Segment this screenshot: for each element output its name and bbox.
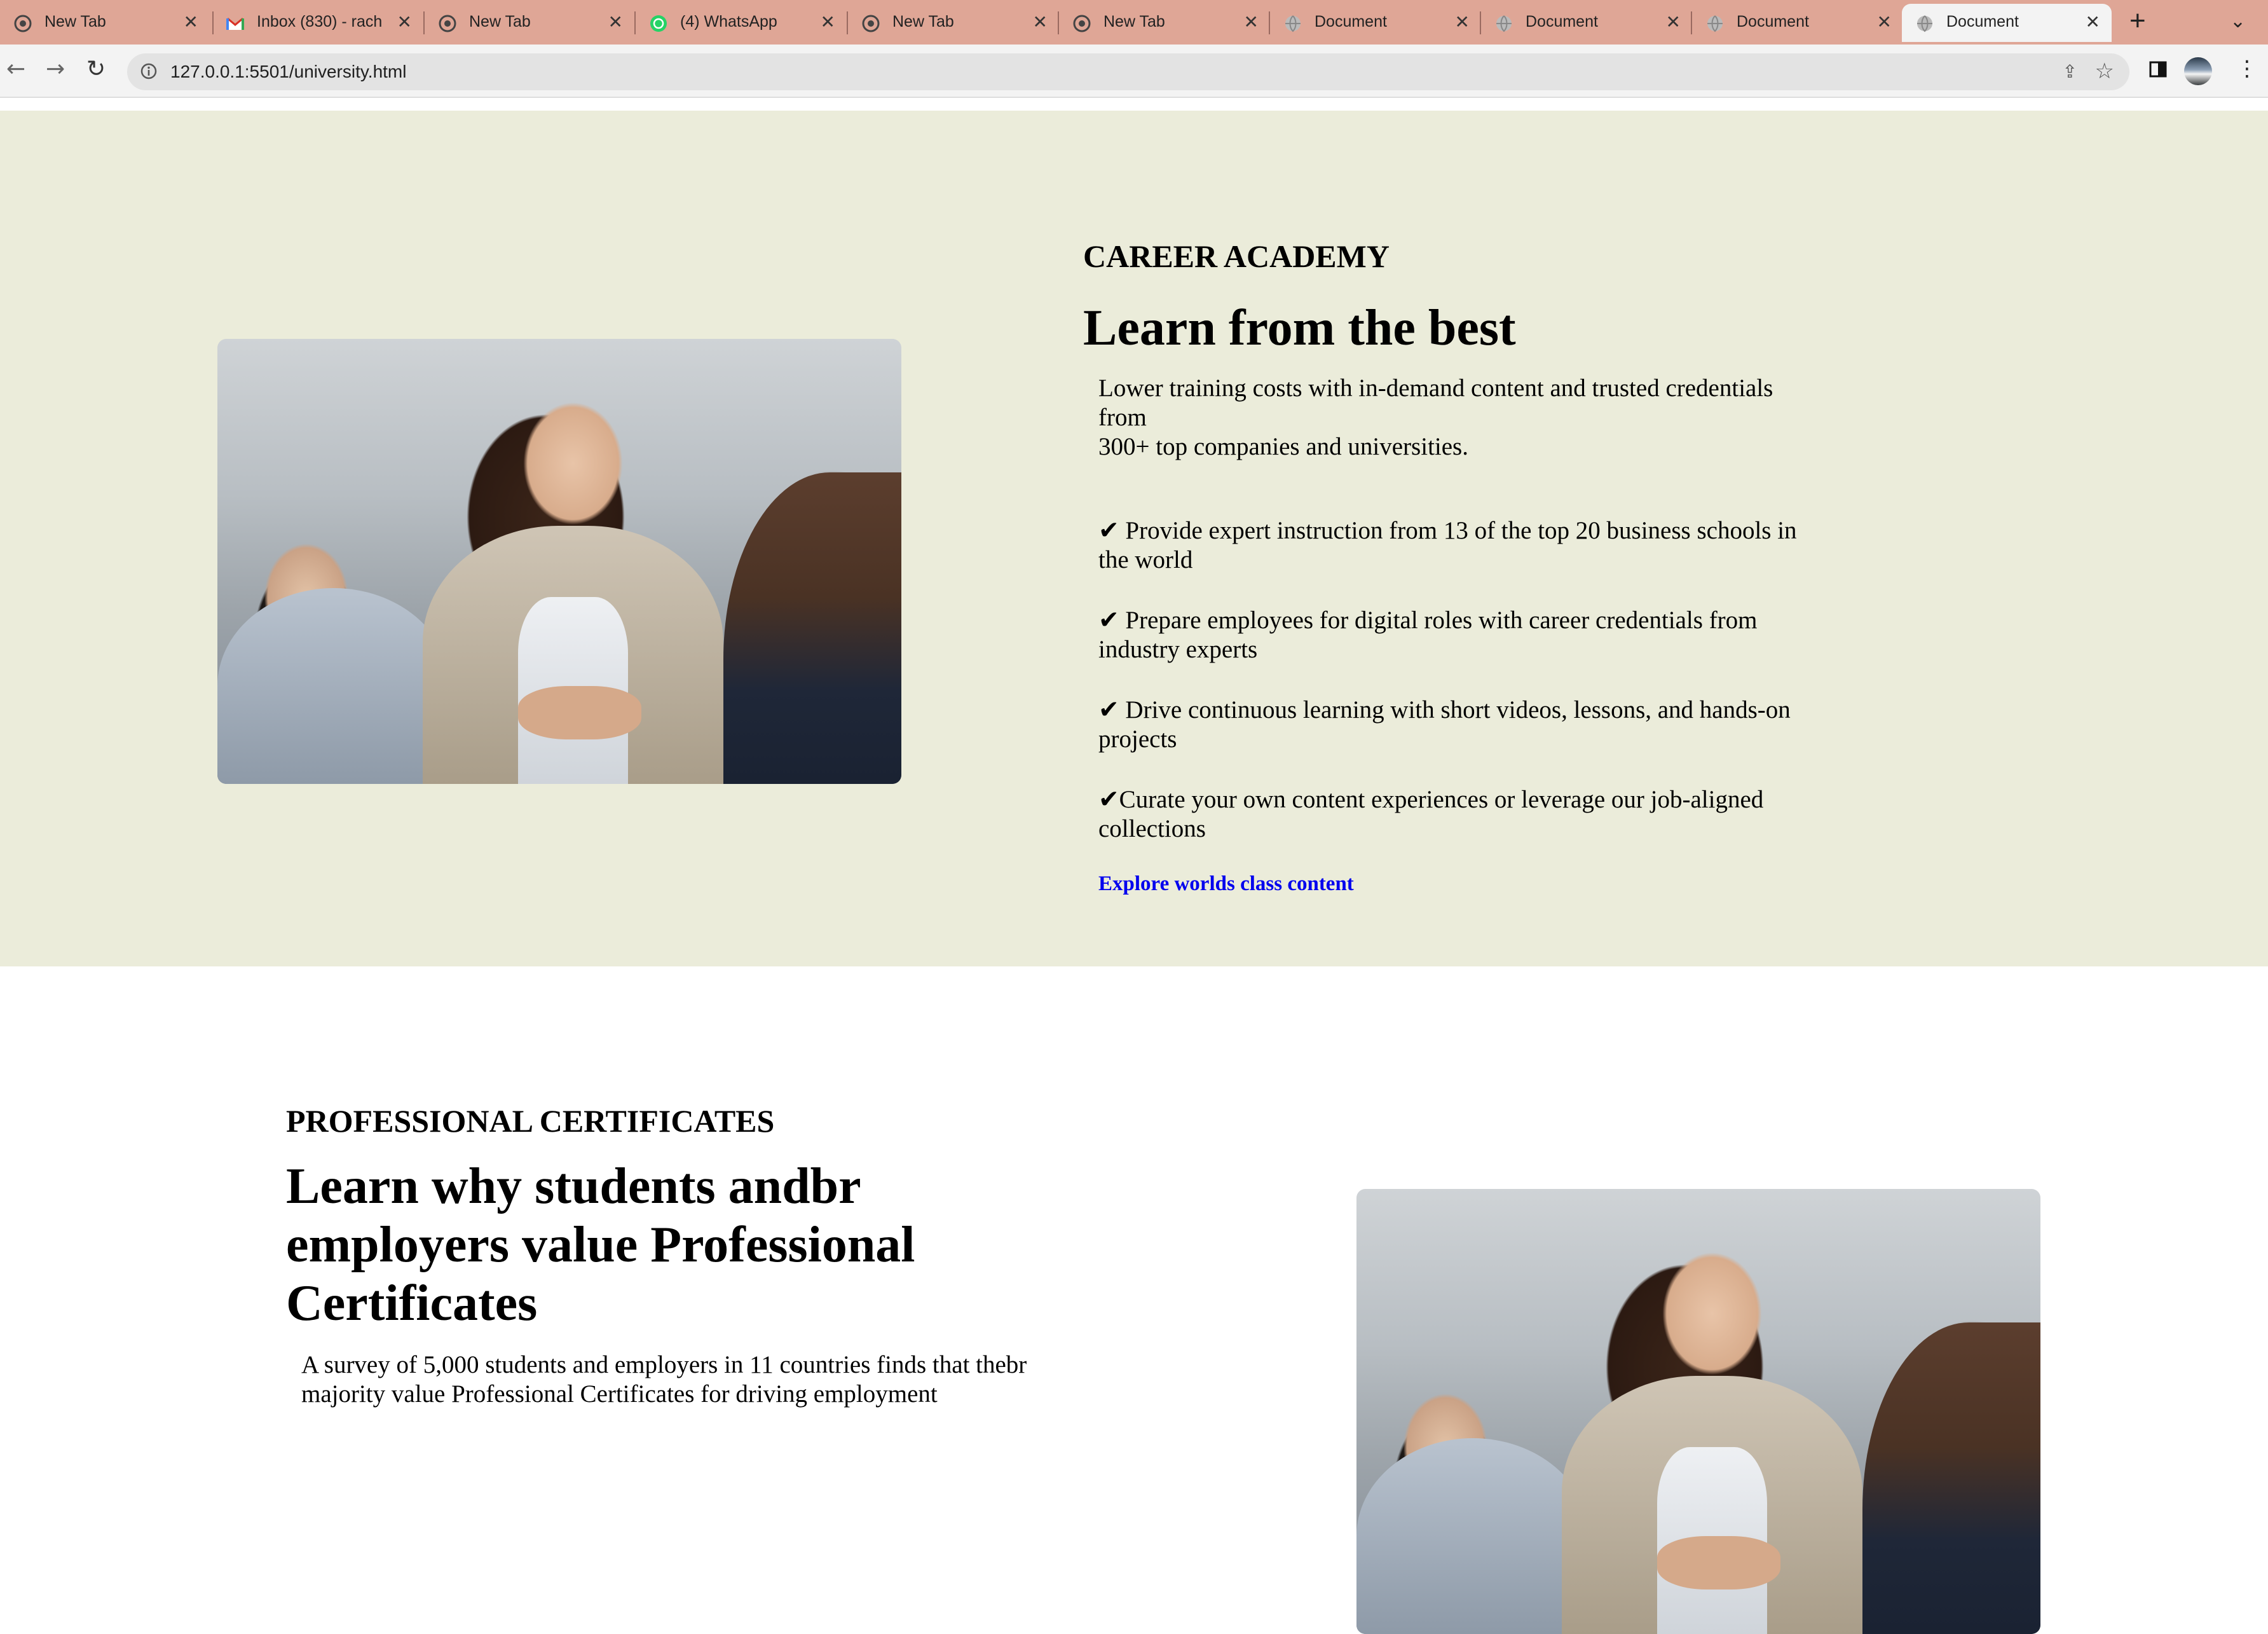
feature-bullet: ✔ Prepare employees for digital roles wi… [1098,607,1758,663]
career-photo [217,339,901,784]
tab-document-active[interactable]: Document ✕ [1902,4,2112,42]
page-top-gap [0,97,2268,111]
tab-title: Document [1315,13,1387,31]
address-bar[interactable]: 127.0.0.1:5501/university.html ⇪ ☆ [127,53,2129,90]
tab-new-tab-2[interactable]: New Tab ✕ [425,4,634,42]
career-academy-section: CAREER ACADEMY Learn from the best Lower… [0,111,2268,966]
reload-icon[interactable]: ↻ [86,56,106,82]
chrome-icon [862,15,880,32]
tab-strip: New Tab ✕ Inbox (830) - rach ✕ New Tab ✕… [0,0,2268,45]
globe-icon [1707,15,1723,32]
photo-detail [1356,1438,1589,1634]
tab-new-tab-4[interactable]: New Tab ✕ [1059,4,1270,42]
close-icon[interactable]: ✕ [1033,11,1048,32]
tab-title: Document [1526,13,1598,31]
side-panel-icon[interactable] [2148,60,2168,79]
chrome-icon [439,15,456,32]
section-eyebrow: PROFESSIONAL CERTIFICATES [286,1103,775,1139]
divider [0,97,2268,98]
tab-new-tab-3[interactable]: New Tab ✕ [848,4,1059,42]
close-icon[interactable]: ✕ [1666,11,1681,32]
back-arrow-icon[interactable]: ← [6,56,25,82]
intro-line: from [1098,404,1147,431]
tab-document-2[interactable]: Document ✕ [1481,4,1692,42]
kebab-menu-icon[interactable]: ⋮ [2236,56,2258,81]
tab-title: New Tab [892,13,954,31]
tab-title: Document [1946,13,2019,31]
feature-bullet: ✔Curate your own content experiences or … [1098,786,1764,842]
tab-title: New Tab [1103,13,1165,31]
close-icon[interactable]: ✕ [1455,11,1470,32]
tab-whatsapp[interactable]: (4) WhatsApp ✕ [636,4,847,42]
tab-document-3[interactable]: Document ✕ [1692,4,1903,42]
tab-title: New Tab [469,13,531,31]
tab-gmail[interactable]: Inbox (830) - rach ✕ [214,4,423,42]
section-heading-line: Certificates [286,1275,538,1331]
section-heading-line: employers value Professional [286,1217,915,1273]
tab-document-1[interactable]: Document ✕ [1270,4,1481,42]
gmail-icon [226,17,244,30]
tab-title: (4) WhatsApp [680,13,777,31]
avatar[interactable] [2184,57,2212,85]
forward-arrow-icon[interactable]: → [46,56,65,82]
feature-bullet: ✔ Drive continuous learning with short v… [1098,696,1791,753]
explore-content-link[interactable]: Explore worlds class content [1098,872,1354,896]
photo-detail [723,472,901,784]
chrome-icon [1073,15,1091,32]
url-text[interactable]: 127.0.0.1:5501/university.html [170,62,406,82]
browser-toolbar: ← → ↻ 127.0.0.1:5501/university.html ⇪ ☆… [0,45,2268,97]
professional-certificates-section: PROFESSIONAL CERTIFICATES Learn why stud… [0,966,2268,1634]
close-icon[interactable]: ✕ [608,11,623,32]
tab-title: New Tab [44,13,106,31]
browser-chrome: New Tab ✕ Inbox (830) - rach ✕ New Tab ✕… [0,0,2268,97]
section-heading-line: Learn why students andbr [286,1158,861,1214]
chrome-icon [14,15,32,32]
close-icon[interactable]: ✕ [397,11,412,32]
whatsapp-icon [650,15,667,32]
survey-text-line: majority value Professional Certificates… [301,1380,938,1408]
close-icon[interactable]: ✕ [2086,11,2100,32]
new-tab-button[interactable]: + [2129,5,2146,37]
tab-new-tab-1[interactable]: New Tab ✕ [0,4,210,42]
certificates-photo [1356,1189,2040,1634]
section-eyebrow: CAREER ACADEMY [1083,238,1390,274]
survey-text-line: A survey of 5,000 students and employers… [301,1351,1027,1378]
globe-icon [1285,15,1301,32]
globe-icon [1496,15,1512,32]
tab-title: Inbox (830) - rach [257,13,383,31]
feature-bullet: ✔ Provide expert instruction from 13 of … [1098,517,1797,573]
tab-title: Document [1737,13,1809,31]
section-heading: Learn from the best [1083,300,1516,356]
photo-detail [1862,1322,2040,1634]
close-icon[interactable]: ✕ [821,11,835,32]
site-info-icon[interactable] [140,62,158,80]
share-icon[interactable]: ⇪ [2063,61,2077,82]
close-icon[interactable]: ✕ [184,11,198,32]
photo-detail [518,686,642,739]
bookmark-star-icon[interactable]: ☆ [2095,58,2114,84]
photo-detail [217,588,450,784]
photo-detail [1657,1536,1781,1589]
close-icon[interactable]: ✕ [1244,11,1259,32]
globe-icon [1917,15,1932,32]
intro-line: Lower training costs with in-demand cont… [1098,374,1773,402]
intro-line: 300+ top companies and universities. [1098,433,1468,460]
tab-search-chevron-icon[interactable]: ⌄ [2230,10,2246,32]
close-icon[interactable]: ✕ [1877,11,1892,32]
